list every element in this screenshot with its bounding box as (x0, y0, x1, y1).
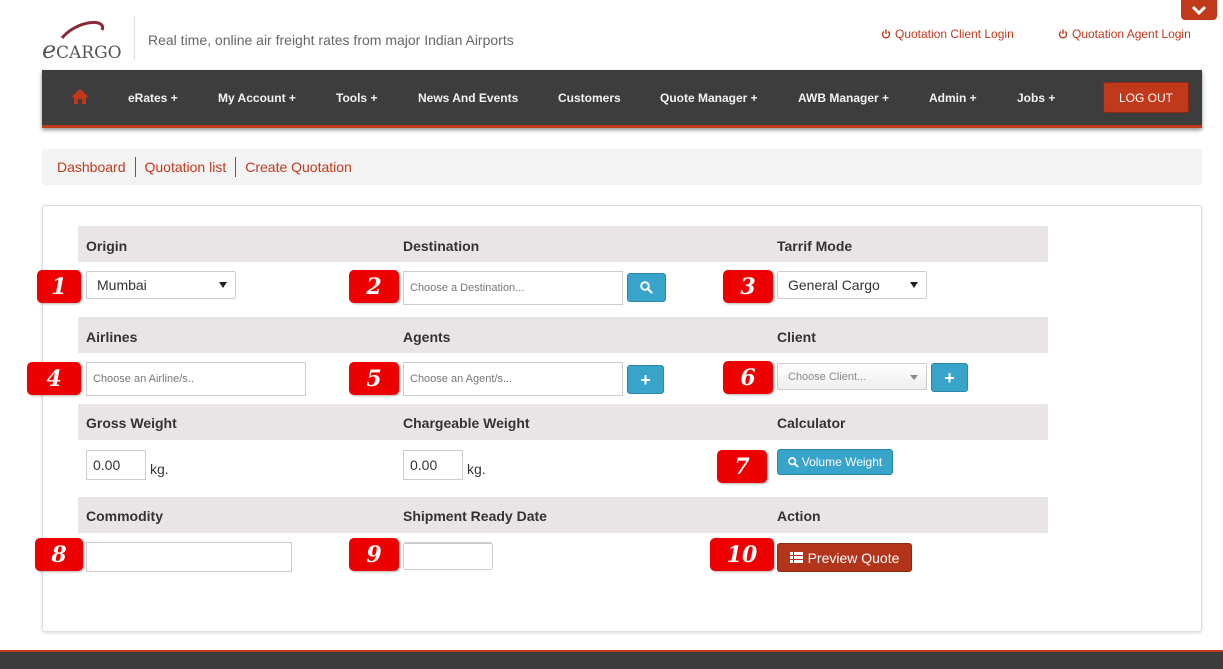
main-navbar: eRates + My Account + Tools + News And E… (42, 70, 1202, 128)
tariff-mode-label: Tarrif Mode (777, 238, 853, 254)
list-icon (789, 552, 803, 563)
tariff-mode-select[interactable]: General Cargo (777, 271, 927, 299)
collapse-toggle-button[interactable] (1181, 0, 1217, 20)
breadcrumb: Dashboard Quotation list Create Quotatio… (42, 149, 1202, 185)
caret-down-icon (910, 282, 918, 288)
destination-search-button[interactable] (627, 273, 666, 302)
volume-weight-button[interactable]: Volume Weight (777, 449, 893, 475)
power-icon (881, 29, 891, 39)
footer-bar (0, 650, 1223, 669)
quotation-agent-login-link[interactable]: Quotation Agent Login (1058, 27, 1191, 41)
row-header-3 (78, 404, 1048, 440)
nav-my-account[interactable]: My Account + (218, 91, 296, 105)
agents-input[interactable]: Choose an Agent/s... (403, 362, 623, 396)
search-icon (787, 456, 799, 468)
action-label: Action (777, 508, 821, 524)
nav-home-button[interactable] (71, 89, 89, 109)
gross-weight-label: Gross Weight (86, 415, 177, 431)
power-icon (1058, 29, 1068, 39)
chargeable-weight-unit: kg. (467, 461, 486, 477)
commodity-input[interactable] (86, 542, 292, 572)
nav-erates[interactable]: eRates + (128, 91, 178, 105)
shipment-ready-date-input[interactable] (403, 542, 493, 570)
chevron-down-icon (1191, 5, 1207, 15)
annotation-badge-10: 10 (710, 538, 774, 571)
annotation-badge-2: 2 (349, 270, 399, 303)
row-header-1 (78, 226, 1048, 262)
airlines-input[interactable]: Choose an Airline/s.. (86, 362, 306, 396)
add-agent-button[interactable]: + (627, 365, 664, 394)
nav-admin[interactable]: Admin + (929, 91, 977, 105)
chargeable-weight-label: Chargeable Weight (403, 415, 530, 431)
quotation-client-login-link[interactable]: Quotation Client Login (881, 27, 1014, 41)
annotation-badge-5: 5 (349, 362, 399, 395)
svg-text:CARGO: CARGO (56, 43, 122, 62)
annotation-badge-6: 6 (723, 361, 773, 394)
commodity-label: Commodity (86, 508, 163, 524)
caret-down-icon (219, 282, 227, 288)
nav-jobs[interactable]: Jobs + (1017, 91, 1055, 105)
caret-down-icon (910, 375, 918, 380)
nav-news-and-events[interactable]: News And Events (418, 91, 518, 105)
chargeable-weight-input[interactable]: 0.00 (403, 450, 463, 480)
row-header-4 (78, 497, 1048, 533)
gross-weight-unit: kg. (150, 461, 169, 477)
row-header-2 (78, 317, 1048, 353)
client-label: Client (777, 329, 816, 345)
add-client-button[interactable]: + (931, 363, 968, 392)
destination-label: Destination (403, 238, 480, 254)
annotation-badge-7: 7 (717, 450, 767, 483)
origin-label: Origin (86, 238, 128, 254)
ecargo-logo[interactable]: e CARGO (42, 18, 122, 64)
breadcrumb-dashboard[interactable]: Dashboard (57, 157, 135, 177)
annotation-badge-8: 8 (35, 538, 83, 571)
home-icon (71, 89, 89, 104)
airlines-label: Airlines (86, 329, 138, 345)
calculator-label: Calculator (777, 415, 846, 431)
annotation-badge-4: 4 (27, 362, 81, 395)
gross-weight-input[interactable]: 0.00 (86, 450, 146, 480)
client-select[interactable]: Choose Client... (777, 363, 927, 390)
nav-quote-manager[interactable]: Quote Manager + (660, 91, 758, 105)
annotation-badge-3: 3 (723, 270, 773, 303)
nav-awb-manager[interactable]: AWB Manager + (798, 91, 889, 105)
breadcrumb-quotation-list[interactable]: Quotation list (134, 157, 236, 177)
search-icon (640, 281, 653, 294)
logo-divider (134, 16, 135, 60)
logout-button[interactable]: LOG OUT (1103, 82, 1189, 113)
destination-input[interactable]: Choose a Destination... (403, 271, 623, 305)
svg-text:e: e (42, 36, 56, 62)
shipment-ready-date-label: Shipment Ready Date (403, 508, 547, 524)
tagline: Real time, online air freight rates from… (148, 32, 514, 48)
preview-quote-button[interactable]: Preview Quote (777, 543, 912, 572)
nav-tools[interactable]: Tools + (336, 91, 377, 105)
annotation-badge-9: 9 (349, 538, 399, 571)
annotation-badge-1: 1 (37, 270, 81, 303)
origin-select[interactable]: Mumbai (86, 271, 236, 299)
breadcrumb-create-quotation[interactable]: Create Quotation (235, 157, 361, 177)
nav-customers[interactable]: Customers (558, 91, 621, 105)
agents-label: Agents (403, 329, 451, 345)
